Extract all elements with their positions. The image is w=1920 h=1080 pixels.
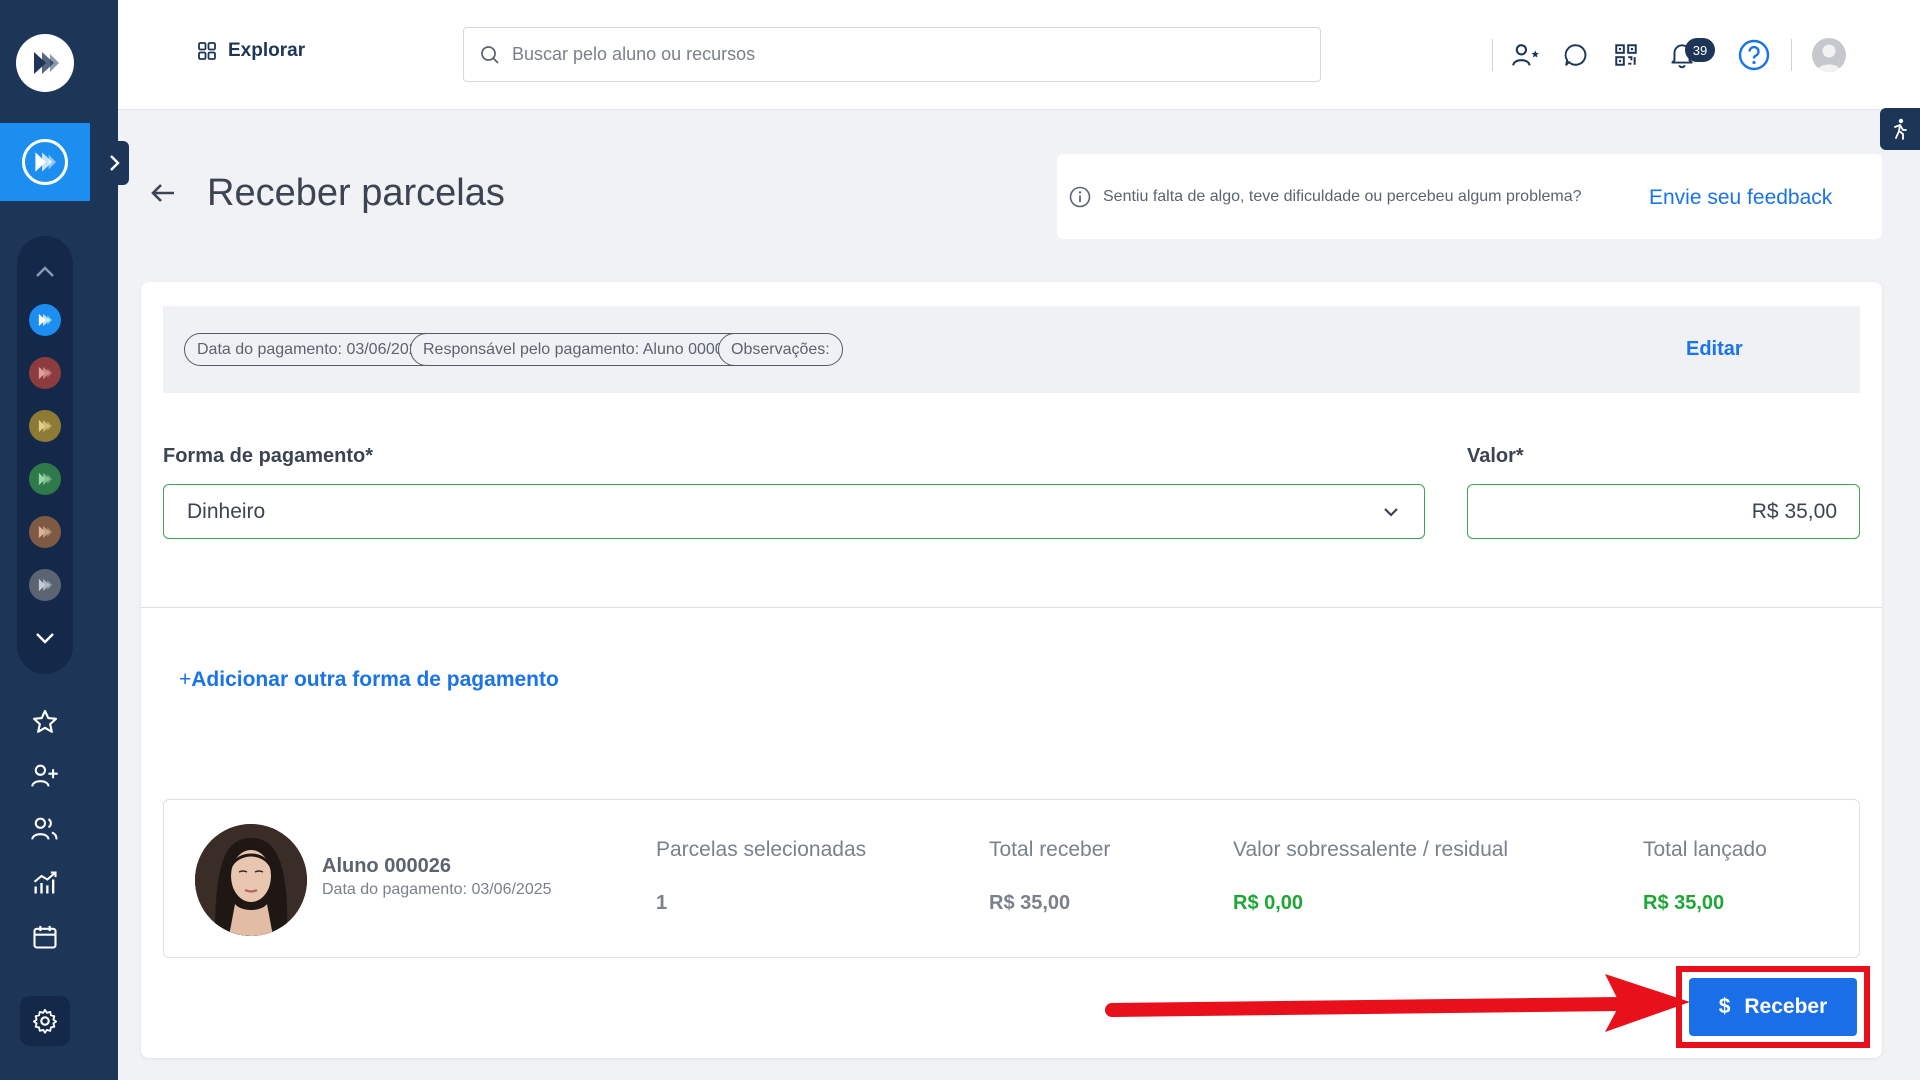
chevron-up-icon[interactable] [17, 252, 73, 292]
module-gray-icon [38, 578, 53, 592]
edit-link[interactable]: Editar [1686, 338, 1743, 361]
chat-button[interactable] [1551, 30, 1601, 80]
chevron-down-icon[interactable] [17, 618, 73, 658]
payment-info-strip: Data do pagamento: 03/06/2025 Responsáve… [163, 306, 1860, 393]
separator [1492, 39, 1493, 71]
add-payment-label: Adicionar outra forma de pagamento [191, 668, 559, 691]
module-red-icon [38, 366, 53, 380]
add-payment-method-link[interactable]: +Adicionar outra forma de pagamento [179, 668, 559, 692]
back-button[interactable] [148, 178, 178, 208]
sidebar-expand-button[interactable] [101, 141, 129, 185]
amount-label: Valor* [1467, 445, 1524, 467]
residual-value-header: Valor sobressalente / residual [1233, 838, 1509, 861]
top-actions: 39 [1492, 30, 1854, 80]
dollar-icon: $ [1718, 995, 1731, 1018]
users-icon[interactable] [25, 809, 65, 849]
profile-button[interactable] [1804, 30, 1854, 80]
reports-chart-icon[interactable] [25, 863, 65, 903]
module-green-icon [38, 472, 53, 486]
search-box [463, 27, 1321, 82]
annotation-arrow [1105, 974, 1690, 1032]
amount-input[interactable]: R$ 35,00 [1467, 484, 1860, 539]
help-button[interactable] [1729, 30, 1779, 80]
chevron-down-icon [1384, 508, 1398, 517]
module-green[interactable] [29, 463, 61, 495]
payment-method-label: Forma de pagamento* [163, 445, 374, 467]
topbar: Explorar 39 [118, 0, 1920, 110]
module-brown[interactable] [29, 516, 61, 548]
module-blue-icon [38, 313, 53, 327]
user-star-icon [1512, 44, 1539, 66]
module-red[interactable] [29, 357, 61, 389]
module-blue[interactable] [29, 304, 61, 336]
payment-summary: Aluno 000026 Data do pagamento: 03/06/20… [163, 799, 1860, 958]
feedback-link[interactable]: Envie seu feedback [1649, 186, 1832, 210]
help-icon [1738, 39, 1770, 71]
active-module[interactable] [0, 123, 90, 201]
explore-menu[interactable]: Explorar [198, 40, 305, 62]
receive-button[interactable]: $ Receber [1689, 978, 1857, 1036]
add-user-icon[interactable] [25, 756, 65, 796]
qr-code-icon [1615, 44, 1637, 66]
module-gray[interactable] [29, 569, 61, 601]
module-brown-icon [38, 525, 53, 539]
divider [141, 607, 1882, 608]
search-input[interactable] [512, 44, 1292, 65]
accessibility-button[interactable] [1880, 108, 1920, 150]
feedback-message: Sentiu falta de algo, teve dificuldade o… [1103, 187, 1582, 205]
qr-code-button[interactable] [1601, 30, 1651, 80]
user-star-button[interactable] [1501, 30, 1551, 80]
residual-value: R$ 0,00 [1233, 892, 1304, 914]
avatar [1812, 38, 1846, 72]
module-logo-ring [22, 139, 68, 185]
grid-icon [198, 42, 216, 60]
total-posted-value: R$ 35,00 [1643, 892, 1725, 914]
info-icon [1069, 186, 1091, 207]
notifications-button[interactable]: 39 [1657, 30, 1715, 80]
payment-date-chip: Data do pagamento: 03/06/2025 [184, 333, 440, 366]
student-payment-date: Data do pagamento: 03/06/2025 [322, 881, 552, 898]
total-posted-header: Total lançado [1643, 838, 1767, 861]
payer-chip: Responsável pelo pagamento: Aluno 000026 [410, 333, 755, 366]
payment-method-value: Dinheiro [187, 499, 266, 523]
notifications-badge: 39 [1685, 38, 1715, 62]
logo-icon [34, 52, 59, 74]
separator [1791, 39, 1792, 71]
module-logo-icon [35, 152, 57, 172]
payment-card: Data do pagamento: 03/06/2025 Responsáve… [141, 282, 1882, 1058]
gear-icon [32, 1008, 58, 1034]
favorites-star-icon[interactable] [25, 702, 65, 742]
total-receive-header: Total receber [989, 838, 1111, 861]
feedback-banner: Sentiu falta de algo, teve dificuldade o… [1057, 154, 1882, 239]
accessibility-icon [1894, 118, 1907, 140]
amount-value: R$ 35,00 [1751, 499, 1837, 523]
explore-label: Explorar [228, 40, 306, 61]
payment-method-select[interactable]: Dinheiro [163, 484, 1425, 539]
chat-bubble-icon [1564, 44, 1587, 66]
settings-button[interactable] [20, 996, 70, 1046]
student-photo [195, 824, 307, 936]
receive-label: Receber [1744, 995, 1828, 1018]
chevron-right-icon [110, 155, 120, 171]
plus-icon: + [179, 668, 192, 691]
module-yellow[interactable] [29, 410, 61, 442]
selected-installments-header: Parcelas selecionadas [656, 838, 867, 861]
page-title: Receber parcelas [207, 172, 505, 214]
total-receive-value: R$ 35,00 [989, 892, 1071, 914]
arrow-left-icon [151, 184, 174, 202]
student-name: Aluno 000026 [322, 855, 451, 877]
app-logo[interactable] [16, 34, 74, 92]
module-yellow-icon [38, 419, 53, 433]
calendar-icon[interactable] [25, 917, 65, 957]
module-switcher [17, 236, 73, 674]
selected-installments-value: 1 [656, 892, 668, 914]
notes-chip: Observações: [718, 333, 843, 366]
search-icon [481, 45, 499, 64]
